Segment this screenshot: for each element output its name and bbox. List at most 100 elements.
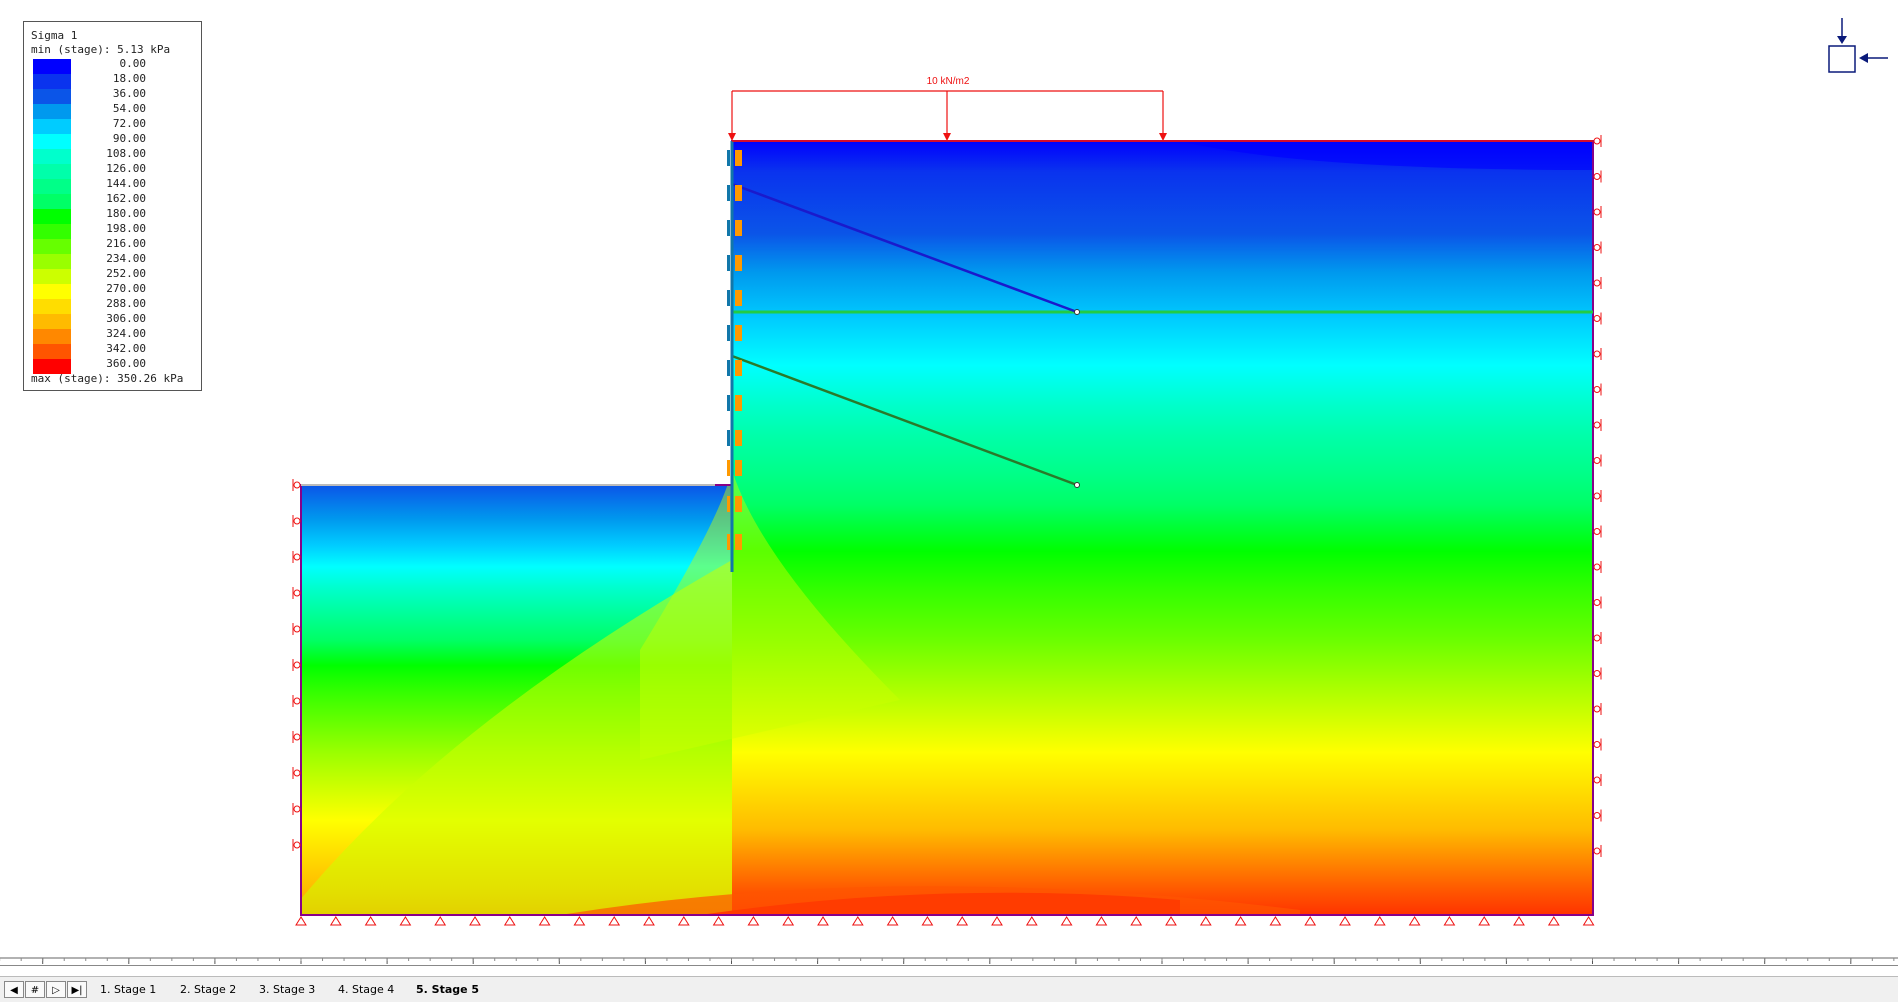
pin-support [921,916,934,926]
legend-value: 108.00 [106,147,146,160]
legend-swatch [33,209,71,224]
next-stage-button[interactable]: ▷ [46,981,66,998]
pin-support [747,916,760,926]
wall-marker [735,220,742,236]
legend-value: 36.00 [112,87,146,100]
pin-support [643,916,655,926]
roller-support [293,589,301,597]
pin-support [1513,916,1525,926]
pin-support [1025,916,1038,926]
legend-swatch [33,269,71,284]
pin-support [712,916,725,926]
roller-support [293,661,301,669]
distributed-load[interactable]: 10 kN/m2 [728,76,1593,142]
wall-marker [727,220,730,236]
pin-support [1269,916,1282,926]
tab-stage-3[interactable]: 3. Stage 3 [249,980,325,999]
wall-marker [727,360,730,376]
tab-stage-4[interactable]: 4. Stage 4 [328,980,404,999]
wall-marker [727,430,730,446]
roller-support [1593,599,1601,606]
roller-support [1593,244,1601,251]
legend-swatch [33,194,71,209]
legend-swatch [33,239,71,254]
legend-max: max (stage): 350.26 kPa [31,372,184,385]
roller-support [1593,208,1601,216]
pin-support [573,916,586,926]
legend-swatch [33,134,71,149]
model-viewport[interactable]: 10 kN/m2 -6-4-20246810121416182022242628… [0,0,1898,966]
model-drawing: 10 kN/m2 -6-4-20246810121416182022242628… [0,18,1898,964]
roller-support [1593,847,1601,855]
legend-value: 360.00 [106,357,146,370]
legend-value: 342.00 [106,342,146,355]
pin-support [503,916,516,926]
wall-marker [735,255,742,271]
roller-support [1593,315,1601,322]
horizontal-ruler: -6-4-2024681012141618202224262830323436 [0,957,1898,964]
pin-support [399,916,412,926]
roller-support [1593,812,1601,819]
pin-support [1339,916,1351,926]
roller-support [1593,173,1601,180]
wall-marker [727,460,730,476]
pin-support [956,916,969,926]
legend-swatch [33,284,71,299]
legend-swatch [33,299,71,314]
roller-support [293,841,301,849]
wall-marker [735,150,742,166]
pin-support [469,916,481,926]
legend-value: 126.00 [106,162,146,175]
stage-number-button[interactable]: # [25,981,45,998]
pin-support [782,916,795,926]
wall-marker [727,255,730,271]
legend-value: 144.00 [106,177,146,190]
roller-support [1593,279,1601,287]
legend-value: 270.00 [106,282,146,295]
pin-support [991,916,1003,926]
tab-stage-1[interactable]: 1. Stage 1 [90,980,166,999]
wall-marker [727,325,730,341]
roller-support [293,805,301,813]
pin-support [1547,916,1560,926]
wall-marker [735,430,742,446]
roller-support [1593,492,1601,500]
first-stage-button[interactable]: ◀ [4,981,24,998]
roller-support [1593,741,1601,748]
tab-stage-2[interactable]: 2. Stage 2 [170,980,246,999]
last-stage-button[interactable]: ▶| [67,981,87,998]
legend-value: 234.00 [106,252,146,265]
pin-support [295,916,307,926]
pin-support [1582,916,1595,926]
legend-value: 252.00 [106,267,146,280]
legend-swatch [33,224,71,239]
load-direction-icon[interactable] [1828,18,1888,73]
pin-support [1165,916,1177,926]
wall-marker [735,185,742,201]
load-label: 10 kN/m2 [927,76,970,87]
roller-support [293,733,301,741]
roller-support [1593,705,1601,713]
pin-support [1060,916,1073,926]
wall-marker [735,534,742,550]
legend-swatch [33,344,71,359]
pin-support [1234,916,1247,926]
pin-support [817,916,829,926]
legend-swatch [33,314,71,329]
legend-value: 180.00 [106,207,146,220]
roller-support [293,481,301,489]
legend-value: 216.00 [106,237,146,250]
tab-stage-5[interactable]: 5. Stage 5 [406,980,489,999]
legend-swatch [33,74,71,89]
roller-support [293,625,301,633]
roller-support [1593,137,1601,145]
roller-support [293,517,301,525]
wall-marker [727,150,730,166]
pin-support [1373,916,1386,926]
legend-value: 72.00 [112,117,146,130]
legend-swatch [33,254,71,269]
pin-support [886,916,899,926]
roller-support [1593,528,1601,535]
pin-support [434,916,447,926]
pin-support [1304,916,1317,926]
